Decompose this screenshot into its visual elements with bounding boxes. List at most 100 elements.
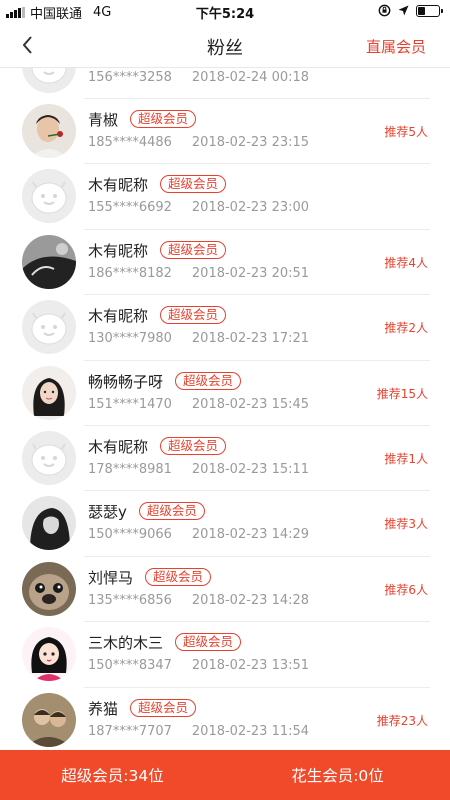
fan-meta: 178****8981 2018-02-23 15:11 <box>88 462 309 477</box>
fan-meta: 135****6856 2018-02-23 14:28 <box>88 593 309 608</box>
fan-meta: 156****3258 2018-02-24 00:18 <box>88 70 309 85</box>
join-date: 2018-02-23 20:51 <box>191 265 310 281</box>
avatar <box>22 104 76 158</box>
avatar <box>22 169 76 224</box>
fan-nickname: 木有昵称 <box>88 437 149 456</box>
phone-number: 135****6856 <box>88 592 172 608</box>
phone-number: 178****8981 <box>88 461 172 477</box>
fan-nickname: 青椒 <box>88 111 119 129</box>
fan-nickname: 刘悍马 <box>88 568 134 587</box>
fan-name: 畅畅畅子呀 超级会员 <box>88 371 242 392</box>
fan-name: 木有昵称 超级会员 <box>88 436 227 457</box>
recommend-count: 推荐23人 <box>376 713 428 728</box>
join-date: 2018-02-23 13:51 <box>191 658 310 674</box>
fan-nickname: 养猫 <box>88 699 119 718</box>
location-icon <box>398 5 409 16</box>
fan-nickname: 三木的木三 <box>88 634 164 653</box>
fan-nickname: 木有昵称 <box>88 241 149 260</box>
recommend-count: 推荐5人 <box>384 125 428 139</box>
nav-bar: 粉丝 直属会员 <box>0 22 450 68</box>
phone-number: 187****7707 <box>88 723 172 739</box>
phone-number: 155****6692 <box>88 200 172 216</box>
direct-members-link[interactable]: 直属会员 <box>366 36 426 57</box>
list-item[interactable]: 畅畅畅子呀 超级会员 151****1470 2018-02-23 15:45 推荐15… <box>0 361 450 427</box>
fan-meta: 186****8182 2018-02-23 20:51 <box>88 266 309 281</box>
phone-number: 150****9066 <box>88 527 172 543</box>
fan-nickname: 木有昵称 <box>88 307 149 326</box>
join-date: 2018-02-23 11:54 <box>191 723 310 739</box>
list-item[interactable]: 木有昵称 超级会员 130****7980 2018-02-23 17:21 推荐2人 <box>0 295 450 361</box>
avatar <box>22 561 76 616</box>
peanut-member-count[interactable]: 花生会员:0位 <box>225 764 450 786</box>
list-item[interactable]: 木有昵称 超级会员 178****8981 2018-02-23 15:11 推荐1人 <box>0 426 450 492</box>
avatar <box>22 68 76 93</box>
recommend-count: 推荐1人 <box>384 451 428 466</box>
fan-name: 木有昵称 超级会员 <box>88 305 227 326</box>
join-date: 2018-02-23 23:00 <box>191 200 310 216</box>
fan-nickname: 瑟瑟y <box>88 503 127 522</box>
avatar <box>22 365 76 420</box>
avatar <box>22 430 76 485</box>
battery-icon <box>416 4 443 17</box>
join-date: 2018-02-23 23:15 <box>191 135 310 150</box>
list-item[interactable]: 青椒 超级会员 185****4486 2018-02-23 23:15 推荐5人 <box>0 99 450 165</box>
list-item[interactable]: 刘悍马 超级会员 135****6856 2018-02-23 14:28 推荐6人 <box>0 557 450 623</box>
battery-fill <box>418 6 425 15</box>
avatar <box>22 692 76 747</box>
member-badge: 超级会员 <box>145 567 212 586</box>
join-date: 2018-02-23 15:11 <box>191 461 310 477</box>
member-badge: 超级会员 <box>175 633 242 652</box>
join-date: 2018-02-23 14:28 <box>191 592 310 608</box>
member-badge: 超级会员 <box>160 306 227 325</box>
orientation-lock-icon <box>378 4 391 17</box>
recommend-count: 推荐4人 <box>384 255 428 270</box>
list-item[interactable]: 三木的木三 超级会员 150****8347 2018-02-23 13:51 <box>0 622 450 688</box>
phone-number: 156****3258 <box>88 70 172 85</box>
member-badge: 超级会员 <box>175 371 242 390</box>
member-badge: 超级会员 <box>130 110 197 128</box>
phone-number: 185****4486 <box>88 135 172 150</box>
join-date: 2018-02-24 00:18 <box>191 70 310 85</box>
recommend-count: 推荐3人 <box>384 517 428 532</box>
avatar <box>22 300 76 355</box>
fan-meta: 185****4486 2018-02-23 23:15 <box>88 135 309 150</box>
fan-name: 瑟瑟y 超级会员 <box>88 501 205 522</box>
fan-meta: 151****1470 2018-02-23 15:45 <box>88 397 309 412</box>
fan-name: 刘悍马 超级会员 <box>88 567 212 588</box>
fan-meta: 187****7707 2018-02-23 11:54 <box>88 724 309 739</box>
member-badge: 超级会员 <box>130 698 197 717</box>
fan-meta: 150****9066 2018-02-23 14:29 <box>88 527 309 542</box>
avatar <box>22 496 76 551</box>
list-item[interactable]: 瑟瑟y 超级会员 150****9066 2018-02-23 14:29 推荐3人 <box>0 491 450 558</box>
recommend-count: 推荐15人 <box>376 386 428 401</box>
status-bar: 中国联通 4G 下午5:24 <box>0 0 450 22</box>
phone-number: 186****8182 <box>88 265 172 281</box>
fan-name: 三木的木三 超级会员 <box>88 632 242 653</box>
member-badge: 超级会员 <box>160 175 227 194</box>
phone-number: 150****8347 <box>88 658 172 674</box>
recommend-count: 推荐6人 <box>384 582 428 597</box>
fan-meta: 155****6692 2018-02-23 23:00 <box>88 200 309 215</box>
list-item[interactable]: 木有昵称 超级会员 155****6692 2018-02-23 23:00 <box>0 164 450 231</box>
fan-nickname: 木有昵称 <box>88 176 149 195</box>
list-item[interactable]: 156****3258 2018-02-24 00:18 <box>0 68 450 99</box>
list-item[interactable]: 养猫 超级会员 187****7707 2018-02-23 11:54 推荐23人 <box>0 688 450 750</box>
recommend-count: 推荐2人 <box>384 321 428 336</box>
fan-name: 木有昵称 超级会员 <box>88 174 227 195</box>
status-right <box>378 4 443 17</box>
super-member-count[interactable]: 超级会员:34位 <box>0 764 225 786</box>
fan-name: 木有昵称 超级会员 <box>88 240 227 261</box>
fan-nickname: 畅畅畅子呀 <box>88 372 164 391</box>
member-badge: 超级会员 <box>138 502 205 521</box>
avatar <box>22 627 76 682</box>
member-badge: 超级会员 <box>160 436 227 455</box>
list-item[interactable]: 木有昵称 超级会员 186****8182 2018-02-23 20:51 推荐4人 <box>0 230 450 296</box>
bottom-summary-bar: 超级会员:34位 花生会员:0位 <box>0 750 450 800</box>
member-badge: 超级会员 <box>160 240 227 259</box>
join-date: 2018-02-23 14:29 <box>191 527 310 543</box>
join-date: 2018-02-23 15:45 <box>191 396 310 412</box>
join-date: 2018-02-23 17:21 <box>191 331 310 347</box>
fan-list[interactable]: 156****3258 2018-02-24 00:18 青椒 超级会员 185****… <box>0 68 450 750</box>
fan-meta: 130****7980 2018-02-23 17:21 <box>88 331 309 346</box>
fan-name: 青椒 超级会员 <box>88 109 197 130</box>
